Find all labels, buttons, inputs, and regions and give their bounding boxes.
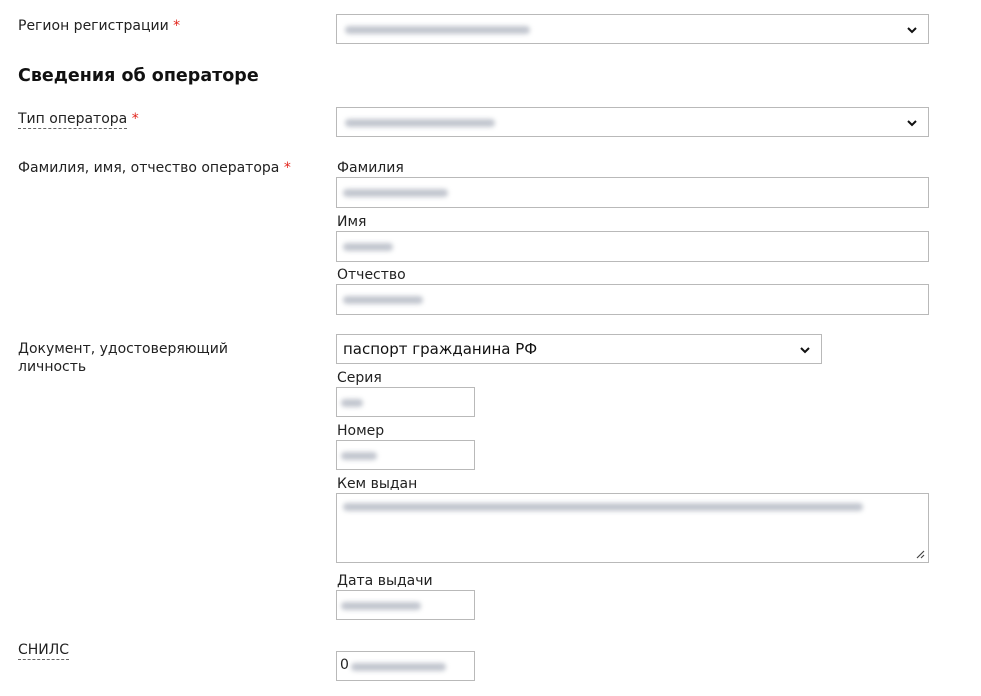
redacted-value [343, 503, 863, 511]
redacted-value [343, 189, 448, 197]
patronymic-input[interactable] [336, 284, 929, 315]
chevron-down-icon [907, 27, 917, 34]
identity-doc-select[interactable]: паспорт гражданина РФ [336, 334, 822, 364]
patronymic-label: Отчество [337, 267, 406, 283]
issue-date-input[interactable] [336, 590, 475, 620]
surname-input[interactable] [336, 177, 929, 208]
name-input[interactable] [336, 231, 929, 262]
redacted-value [345, 26, 530, 34]
operator-type-label: Тип оператора * [18, 110, 139, 129]
snils-label: СНИЛС [18, 641, 70, 660]
registration-region-text: Регион регистрации [18, 18, 169, 34]
required-marker: * [173, 18, 181, 34]
redacted-value [343, 296, 423, 304]
snils-input[interactable]: 0 [336, 651, 475, 681]
operator-type-select[interactable] [336, 107, 929, 137]
registration-region-label: Регион регистрации * [18, 17, 180, 35]
snils-text[interactable]: СНИЛС [18, 642, 70, 660]
number-label: Номер [337, 423, 385, 439]
full-name-text: Фамилия, имя, отчество оператора [18, 160, 280, 176]
required-marker: * [283, 160, 291, 176]
redacted-value [345, 119, 495, 127]
redacted-value [343, 243, 393, 251]
resize-grip-icon[interactable] [915, 549, 925, 559]
number-input[interactable] [336, 440, 475, 470]
series-label: Серия [337, 370, 382, 386]
identity-doc-selected: паспорт гражданина РФ [343, 340, 538, 358]
series-input[interactable] [336, 387, 475, 417]
required-marker: * [131, 111, 139, 127]
issue-date-label: Дата выдачи [337, 573, 433, 589]
snils-value-prefix: 0 [340, 657, 349, 673]
redacted-value [351, 663, 446, 671]
redacted-value [341, 399, 363, 407]
issued-by-textarea[interactable] [336, 493, 929, 563]
chevron-down-icon [800, 347, 810, 354]
redacted-value [341, 602, 421, 610]
redacted-value [341, 452, 377, 460]
name-label: Имя [337, 214, 367, 230]
issued-by-label: Кем выдан [337, 476, 418, 492]
operator-type-text[interactable]: Тип оператора [18, 111, 128, 129]
registration-region-select[interactable] [336, 14, 929, 44]
section-title: Сведения об операторе [18, 66, 259, 86]
identity-doc-label: Документ, удостоверяющий личность [18, 341, 228, 375]
full-name-label: Фамилия, имя, отчество оператора * [18, 159, 291, 177]
chevron-down-icon [907, 120, 917, 127]
surname-label: Фамилия [337, 160, 404, 176]
